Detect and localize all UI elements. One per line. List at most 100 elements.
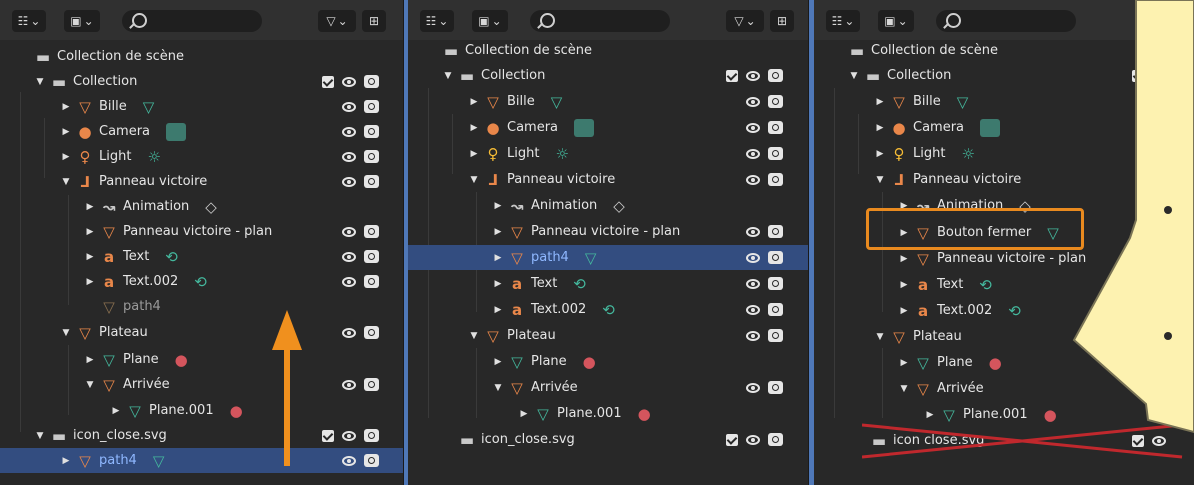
- tree-row[interactable]: ▼ ▬ Collection: [408, 63, 808, 88]
- tree-row[interactable]: ▼ ▽ Arrivée: [408, 375, 808, 400]
- checkbox-icon[interactable]: [322, 75, 334, 88]
- camera-render-icon[interactable]: [768, 173, 783, 186]
- chevron-down-icon[interactable]: ▼: [874, 332, 886, 342]
- chevron-down-icon[interactable]: ▼: [468, 331, 480, 341]
- eye-icon[interactable]: [342, 101, 356, 112]
- chevron-right-icon[interactable]: ▶: [874, 123, 886, 133]
- tree-row[interactable]: ▼ ▽ Plateau: [408, 323, 808, 348]
- display-mode-dropdown[interactable]: ☷ ⌄: [826, 10, 860, 32]
- chevron-right-icon[interactable]: ▶: [84, 252, 96, 262]
- tree-row[interactable]: ▽ path4: [0, 294, 403, 319]
- chevron-down-icon[interactable]: ▼: [34, 431, 46, 441]
- tree-row-selected[interactable]: ▶ ▽ path4 ▽: [408, 245, 808, 270]
- tree-row[interactable]: ▶ ▽ Plane.001 ●: [0, 398, 403, 423]
- chevron-down-icon[interactable]: ▼: [60, 177, 72, 187]
- chevron-right-icon[interactable]: ▶: [518, 409, 530, 419]
- eye-icon[interactable]: [342, 430, 356, 441]
- chevron-right-icon[interactable]: ▶: [924, 410, 936, 420]
- checkbox-icon[interactable]: [322, 429, 334, 442]
- tree-row[interactable]: ▶ ♀ Light ☼: [0, 144, 403, 169]
- view-layer-dropdown[interactable]: ▣ ⌄: [472, 10, 508, 32]
- eye-icon[interactable]: [342, 176, 356, 187]
- chevron-right-icon[interactable]: ▶: [110, 406, 122, 416]
- chevron-right-icon[interactable]: ▶: [898, 358, 910, 368]
- camera-render-icon[interactable]: [364, 100, 379, 113]
- search-input[interactable]: [936, 10, 1076, 32]
- eye-icon[interactable]: [746, 382, 760, 393]
- eye-icon[interactable]: [342, 126, 356, 137]
- chevron-right-icon[interactable]: ▶: [898, 306, 910, 316]
- chevron-right-icon[interactable]: ▶: [492, 305, 504, 315]
- new-collection-button[interactable]: ⊞: [362, 10, 386, 32]
- chevron-down-icon[interactable]: ▼: [874, 175, 886, 185]
- chevron-down-icon[interactable]: ▼: [60, 328, 72, 338]
- camera-render-icon[interactable]: [768, 225, 783, 238]
- camera-render-icon[interactable]: [364, 275, 379, 288]
- eye-icon[interactable]: [342, 379, 356, 390]
- chevron-down-icon[interactable]: ▼: [34, 77, 46, 87]
- filter-dropdown[interactable]: ▽ ⌄: [726, 10, 764, 32]
- camera-render-icon[interactable]: [768, 121, 783, 134]
- tree-row[interactable]: ▶ ↝ Animation ◇: [0, 194, 403, 219]
- eye-icon[interactable]: [342, 226, 356, 237]
- search-input[interactable]: [122, 10, 262, 32]
- tree-row[interactable]: ▶ ♀ Light ☼: [408, 141, 808, 166]
- chevron-down-icon[interactable]: ▼: [84, 380, 96, 390]
- camera-render-icon[interactable]: [364, 378, 379, 391]
- chevron-right-icon[interactable]: ▶: [84, 277, 96, 287]
- tree-row[interactable]: ▼ ▬ icon_close.svg: [0, 423, 403, 448]
- tree-row[interactable]: ▶ ▽ Bille ▽: [408, 89, 808, 114]
- eye-icon[interactable]: [746, 96, 760, 107]
- eye-icon[interactable]: [746, 70, 760, 81]
- chevron-right-icon[interactable]: ▶: [492, 279, 504, 289]
- tree-row[interactable]: ▶ ▽ Plane ●: [0, 347, 403, 372]
- tree-row[interactable]: ▶ a Text.002 ⟲: [0, 269, 403, 294]
- chevron-right-icon[interactable]: ▶: [492, 253, 504, 263]
- eye-icon[interactable]: [342, 455, 356, 466]
- camera-render-icon[interactable]: [768, 329, 783, 342]
- tree-row[interactable]: ▼ ⅃ Panneau victoire: [0, 169, 403, 194]
- chevron-down-icon[interactable]: ▼: [898, 384, 910, 394]
- tree-row[interactable]: ▬ Collection de scène: [408, 38, 808, 63]
- tree-row[interactable]: ▼ ▽ Arrivée: [0, 372, 403, 397]
- chevron-right-icon[interactable]: ▶: [898, 280, 910, 290]
- camera-render-icon[interactable]: [364, 225, 379, 238]
- chevron-right-icon[interactable]: ▶: [60, 152, 72, 162]
- tree-row[interactable]: ▶ a Text ⟲: [408, 271, 808, 296]
- eye-icon[interactable]: [746, 226, 760, 237]
- tree-row[interactable]: ▶ ▽ Panneau victoire - plan: [0, 219, 403, 244]
- eye-icon[interactable]: [746, 174, 760, 185]
- camera-render-icon[interactable]: [364, 250, 379, 263]
- chevron-right-icon[interactable]: ▶: [84, 202, 96, 212]
- eye-icon[interactable]: [746, 122, 760, 133]
- chevron-down-icon[interactable]: ▼: [492, 383, 504, 393]
- tree-row[interactable]: ▼ ▽ Plateau: [0, 320, 403, 345]
- camera-render-icon[interactable]: [768, 147, 783, 160]
- tree-row[interactable]: ▶ ● Camera: [408, 115, 808, 140]
- chevron-down-icon[interactable]: ▼: [442, 71, 454, 81]
- tree-row[interactable]: ▼ ▬ Collection: [0, 69, 403, 94]
- tree-row[interactable]: ▶ ● Camera: [0, 119, 403, 144]
- camera-render-icon[interactable]: [364, 75, 379, 88]
- view-layer-dropdown[interactable]: ▣ ⌄: [878, 10, 914, 32]
- tree-row[interactable]: ▶ ▽ Panneau victoire - plan: [408, 219, 808, 244]
- eye-icon[interactable]: [746, 278, 760, 289]
- camera-render-icon[interactable]: [768, 381, 783, 394]
- tree-row[interactable]: ▶ ↝ Animation ◇: [408, 193, 808, 218]
- eye-icon[interactable]: [342, 76, 356, 87]
- chevron-right-icon[interactable]: ▶: [492, 201, 504, 211]
- camera-render-icon[interactable]: [364, 326, 379, 339]
- eye-icon[interactable]: [746, 148, 760, 159]
- camera-render-icon[interactable]: [768, 95, 783, 108]
- chevron-right-icon[interactable]: ▶: [84, 227, 96, 237]
- chevron-right-icon[interactable]: ▶: [60, 102, 72, 112]
- tree-row[interactable]: ▬ Collection de scène: [0, 44, 403, 69]
- camera-render-icon[interactable]: [364, 454, 379, 467]
- tree-row[interactable]: ▶ ▽ Plane.001 ●: [408, 401, 808, 426]
- checkbox-icon[interactable]: [726, 433, 738, 446]
- chevron-down-icon[interactable]: ▼: [848, 71, 860, 81]
- chevron-right-icon[interactable]: ▶: [492, 227, 504, 237]
- chevron-right-icon[interactable]: ▶: [874, 149, 886, 159]
- search-input[interactable]: [530, 10, 670, 32]
- chevron-right-icon[interactable]: ▶: [468, 97, 480, 107]
